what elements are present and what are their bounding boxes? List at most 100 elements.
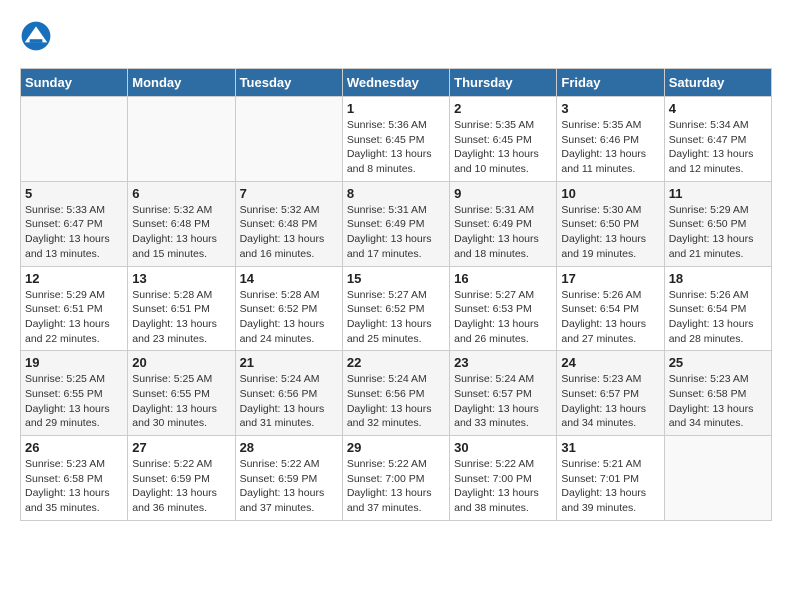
day-number: 27 — [132, 440, 230, 455]
calendar-cell: 15Sunrise: 5:27 AM Sunset: 6:52 PM Dayli… — [342, 266, 449, 351]
day-number: 24 — [561, 355, 659, 370]
calendar-cell: 3 Sunrise: 5:35 AM Sunset: 6:46 PM Daylig… — [557, 97, 664, 182]
calendar-cell: 25 Sunrise: 5:23 AM Sunset: 6:58 PM Dayli… — [664, 351, 771, 436]
week-row-4: 19 Sunrise: 5:25 AM Sunset: 6:55 PM Dayli… — [21, 351, 772, 436]
calendar-cell — [235, 97, 342, 182]
week-row-1: 1 Sunrise: 5:36 AM Sunset: 6:45 PM Daylig… — [21, 97, 772, 182]
calendar-table: SundayMondayTuesdayWednesdayThursdayFrid… — [20, 68, 772, 521]
day-info: Sunrise: 5:21 AM Sunset: 7:01 PM Dayligh… — [561, 457, 659, 516]
week-row-5: 26 Sunrise: 5:23 AM Sunset: 6:58 PM Dayli… — [21, 436, 772, 521]
day-info: Sunrise: 5:26 AM Sunset: 6:54 PM Dayligh… — [561, 288, 659, 347]
day-number: 30 — [454, 440, 552, 455]
calendar-cell: 9Sunrise: 5:31 AM Sunset: 6:49 PM Daylig… — [450, 181, 557, 266]
day-info: Sunrise: 5:22 AM Sunset: 7:00 PM Dayligh… — [454, 457, 552, 516]
day-number: 16 — [454, 271, 552, 286]
day-info: Sunrise: 5:28 AM Sunset: 6:52 PM Dayligh… — [240, 288, 338, 347]
day-number: 3 — [561, 101, 659, 116]
calendar-cell: 17 Sunrise: 5:26 AM Sunset: 6:54 PM Dayli… — [557, 266, 664, 351]
weekday-header-tuesday: Tuesday — [235, 69, 342, 97]
weekday-header-monday: Monday — [128, 69, 235, 97]
calendar-cell: 2 Sunrise: 5:35 AM Sunset: 6:45 PM Daylig… — [450, 97, 557, 182]
week-row-2: 5Sunrise: 5:33 AM Sunset: 6:47 PM Daylig… — [21, 181, 772, 266]
day-number: 18 — [669, 271, 767, 286]
day-number: 17 — [561, 271, 659, 286]
day-info: Sunrise: 5:24 AM Sunset: 6:56 PM Dayligh… — [240, 372, 338, 431]
day-info: Sunrise: 5:35 AM Sunset: 6:46 PM Dayligh… — [561, 118, 659, 177]
day-number: 2 — [454, 101, 552, 116]
day-info: Sunrise: 5:29 AM Sunset: 6:50 PM Dayligh… — [669, 203, 767, 262]
day-number: 5 — [25, 186, 123, 201]
day-number: 11 — [669, 186, 767, 201]
day-number: 25 — [669, 355, 767, 370]
day-info: Sunrise: 5:32 AM Sunset: 6:48 PM Dayligh… — [240, 203, 338, 262]
day-info: Sunrise: 5:24 AM Sunset: 6:56 PM Dayligh… — [347, 372, 445, 431]
calendar-cell: 30 Sunrise: 5:22 AM Sunset: 7:00 PM Dayli… — [450, 436, 557, 521]
day-number: 4 — [669, 101, 767, 116]
day-info: Sunrise: 5:29 AM Sunset: 6:51 PM Dayligh… — [25, 288, 123, 347]
day-number: 31 — [561, 440, 659, 455]
weekday-row: SundayMondayTuesdayWednesdayThursdayFrid… — [21, 69, 772, 97]
day-info: Sunrise: 5:26 AM Sunset: 6:54 PM Dayligh… — [669, 288, 767, 347]
calendar-cell: 27Sunrise: 5:22 AM Sunset: 6:59 PM Dayli… — [128, 436, 235, 521]
calendar-cell — [128, 97, 235, 182]
day-info: Sunrise: 5:32 AM Sunset: 6:48 PM Dayligh… — [132, 203, 230, 262]
calendar-cell — [21, 97, 128, 182]
calendar-cell: 12 Sunrise: 5:29 AM Sunset: 6:51 PM Dayli… — [21, 266, 128, 351]
logo — [20, 20, 58, 52]
day-info: Sunrise: 5:35 AM Sunset: 6:45 PM Dayligh… — [454, 118, 552, 177]
weekday-header-saturday: Saturday — [664, 69, 771, 97]
day-number: 6 — [132, 186, 230, 201]
calendar-cell: 13 Sunrise: 5:28 AM Sunset: 6:51 PM Dayli… — [128, 266, 235, 351]
day-info: Sunrise: 5:25 AM Sunset: 6:55 PM Dayligh… — [132, 372, 230, 431]
day-info: Sunrise: 5:34 AM Sunset: 6:47 PM Dayligh… — [669, 118, 767, 177]
week-row-3: 12 Sunrise: 5:29 AM Sunset: 6:51 PM Dayli… — [21, 266, 772, 351]
day-info: Sunrise: 5:23 AM Sunset: 6:58 PM Dayligh… — [669, 372, 767, 431]
day-info: Sunrise: 5:24 AM Sunset: 6:57 PM Dayligh… — [454, 372, 552, 431]
day-number: 12 — [25, 271, 123, 286]
calendar-cell: 18 Sunrise: 5:26 AM Sunset: 6:54 PM Dayli… — [664, 266, 771, 351]
day-info: Sunrise: 5:27 AM Sunset: 6:53 PM Dayligh… — [454, 288, 552, 347]
day-number: 23 — [454, 355, 552, 370]
day-number: 1 — [347, 101, 445, 116]
day-info: Sunrise: 5:23 AM Sunset: 6:57 PM Dayligh… — [561, 372, 659, 431]
calendar-cell: 4 Sunrise: 5:34 AM Sunset: 6:47 PM Daylig… — [664, 97, 771, 182]
day-number: 21 — [240, 355, 338, 370]
day-number: 29 — [347, 440, 445, 455]
day-info: Sunrise: 5:31 AM Sunset: 6:49 PM Dayligh… — [347, 203, 445, 262]
day-number: 7 — [240, 186, 338, 201]
calendar-cell: 7 Sunrise: 5:32 AM Sunset: 6:48 PM Daylig… — [235, 181, 342, 266]
calendar-cell: 23 Sunrise: 5:24 AM Sunset: 6:57 PM Dayli… — [450, 351, 557, 436]
day-info: Sunrise: 5:27 AM Sunset: 6:52 PM Dayligh… — [347, 288, 445, 347]
day-info: Sunrise: 5:28 AM Sunset: 6:51 PM Dayligh… — [132, 288, 230, 347]
day-number: 14 — [240, 271, 338, 286]
day-number: 8 — [347, 186, 445, 201]
day-info: Sunrise: 5:23 AM Sunset: 6:58 PM Dayligh… — [25, 457, 123, 516]
calendar-cell: 22 Sunrise: 5:24 AM Sunset: 6:56 PM Dayli… — [342, 351, 449, 436]
day-info: Sunrise: 5:30 AM Sunset: 6:50 PM Dayligh… — [561, 203, 659, 262]
weekday-header-wednesday: Wednesday — [342, 69, 449, 97]
calendar-cell: 11 Sunrise: 5:29 AM Sunset: 6:50 PM Dayli… — [664, 181, 771, 266]
calendar-cell: 31 Sunrise: 5:21 AM Sunset: 7:01 PM Dayli… — [557, 436, 664, 521]
weekday-header-sunday: Sunday — [21, 69, 128, 97]
calendar-cell: 19Sunrise: 5:25 AM Sunset: 6:55 PM Dayli… — [21, 351, 128, 436]
day-info: Sunrise: 5:36 AM Sunset: 6:45 PM Dayligh… — [347, 118, 445, 177]
day-info: Sunrise: 5:22 AM Sunset: 6:59 PM Dayligh… — [240, 457, 338, 516]
calendar-header: SundayMondayTuesdayWednesdayThursdayFrid… — [21, 69, 772, 97]
calendar-cell: 26 Sunrise: 5:23 AM Sunset: 6:58 PM Dayli… — [21, 436, 128, 521]
day-info: Sunrise: 5:22 AM Sunset: 7:00 PM Dayligh… — [347, 457, 445, 516]
day-number: 10 — [561, 186, 659, 201]
day-number: 22 — [347, 355, 445, 370]
calendar-cell: 10 Sunrise: 5:30 AM Sunset: 6:50 PM Dayli… — [557, 181, 664, 266]
calendar-cell: 20 Sunrise: 5:25 AM Sunset: 6:55 PM Dayli… — [128, 351, 235, 436]
day-number: 19 — [25, 355, 123, 370]
day-number: 20 — [132, 355, 230, 370]
calendar-cell: 28Sunrise: 5:22 AM Sunset: 6:59 PM Dayli… — [235, 436, 342, 521]
day-info: Sunrise: 5:31 AM Sunset: 6:49 PM Dayligh… — [454, 203, 552, 262]
calendar-cell: 8 Sunrise: 5:31 AM Sunset: 6:49 PM Daylig… — [342, 181, 449, 266]
logo-icon — [20, 20, 52, 52]
calendar-cell — [664, 436, 771, 521]
weekday-header-thursday: Thursday — [450, 69, 557, 97]
day-number: 13 — [132, 271, 230, 286]
day-number: 26 — [25, 440, 123, 455]
calendar-cell: 29 Sunrise: 5:22 AM Sunset: 7:00 PM Dayli… — [342, 436, 449, 521]
